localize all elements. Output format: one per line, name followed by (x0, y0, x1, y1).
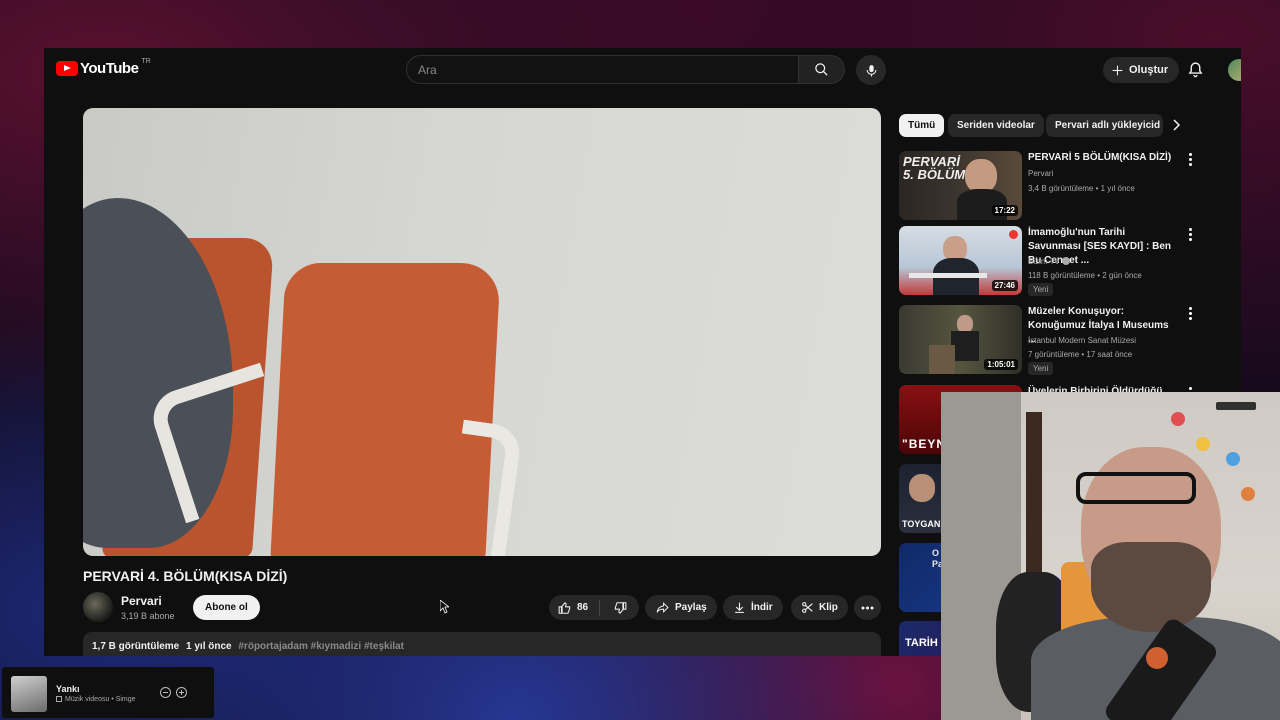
clip-label: Klip (819, 602, 838, 613)
mini-player-controls (160, 687, 187, 698)
microphone-icon (866, 64, 876, 76)
chevron-right-icon (1173, 119, 1181, 131)
download-button[interactable]: İndir (723, 595, 783, 620)
thumbnail-text: "BEYN (902, 437, 947, 451)
logo-text: YouTube (80, 60, 139, 77)
more-horizontal-icon (861, 606, 874, 609)
create-label: Oluştur (1129, 64, 1169, 76)
recommendation-meta: 118 B görüntüleme • 2 gün önce (1028, 271, 1142, 280)
share-label: Paylaş (675, 602, 707, 613)
video-thumbnail[interactable]: 1:05:01 (899, 305, 1022, 374)
recommendation-item[interactable]: 27:46 İmamoğlu'nun Tarihi Savunması [SES… (899, 226, 1239, 296)
video-player[interactable] (83, 108, 881, 556)
plus-circle-icon[interactable] (176, 687, 187, 698)
like-count[interactable]: 86 (577, 602, 588, 613)
video-title: PERVARİ 4. BÖLÜM(KISA DİZİ) (83, 568, 288, 584)
mini-player-title[interactable]: Yankı (56, 684, 80, 694)
video-thumbnail[interactable]: PERVARİ 5. BÖLÜM 17:22 (899, 151, 1022, 220)
subscribe-button[interactable]: Abone ol (193, 595, 260, 620)
recommendation-channel[interactable]: İstanbul Modern Sanat Müzesi (1028, 336, 1136, 345)
share-button[interactable]: Paylaş (645, 595, 717, 620)
recommendation-channel[interactable]: Bizim TV (1028, 257, 1070, 266)
mini-player-subtitle-text: Müzik videosu • Simge (65, 696, 136, 703)
recommendation-meta: 7 görüntüleme • 17 saat önce (1028, 350, 1133, 359)
divider (599, 599, 601, 616)
kebab-menu-icon[interactable] (1185, 307, 1195, 321)
upload-age: 1 yıl önce (186, 641, 232, 652)
create-button[interactable]: Oluştur (1103, 57, 1180, 83)
youtube-play-icon (56, 61, 78, 76)
search-button[interactable] (798, 55, 845, 84)
duration-badge: 27:46 (991, 280, 1018, 291)
masthead: YouTube TR Oluştur (44, 48, 1241, 92)
bell-icon (1188, 62, 1203, 78)
view-count: 1,7 B görüntüleme (92, 641, 180, 652)
recommendation-item[interactable]: PERVARİ 5. BÖLÜM 17:22 PERVARİ 5 BÖLÜM(K… (899, 151, 1239, 221)
like-dislike-group: 86 (549, 595, 639, 620)
mouse-cursor-icon (440, 600, 449, 614)
subscriber-count: 3,19 B abone (121, 611, 175, 621)
thumbs-down-icon[interactable] (613, 601, 627, 615)
thumbnail-text: TARİH (905, 637, 938, 649)
youtube-logo[interactable]: YouTube TR (56, 58, 151, 77)
search-box[interactable] (406, 55, 799, 84)
chip-series-videos[interactable]: Seriden videolar (948, 114, 1044, 137)
minus-circle-icon[interactable] (160, 687, 171, 698)
recommendation-item[interactable]: 1:05:01 Müzeler Konuşuyor: Konuğumuz İta… (899, 305, 1239, 375)
channel-avatar[interactable] (83, 592, 113, 622)
webcam-overlay (941, 392, 1280, 720)
mini-player-subtitle: Müzik videosu • Simge (56, 696, 136, 703)
chip-scroll-right[interactable] (1171, 118, 1181, 136)
thumbs-up-icon[interactable] (558, 601, 572, 615)
clip-button[interactable]: Klip (791, 595, 848, 620)
duration-badge: 17:22 (991, 205, 1018, 216)
recommendation-meta: 3,4 B görüntüleme • 1 yıl önce (1028, 184, 1135, 193)
recommendation-channel[interactable]: Pervari (1028, 169, 1053, 178)
video-thumbnail[interactable]: 27:46 (899, 226, 1022, 295)
mini-player-thumbnail[interactable] (11, 676, 47, 712)
chip-uploader[interactable]: Pervari adlı yükleyicid (1046, 114, 1163, 137)
account-avatar[interactable] (1228, 59, 1241, 81)
hashtags[interactable]: #röportajadam #kıymadizi #teşkilat (238, 641, 404, 652)
voice-search-button[interactable] (856, 55, 886, 85)
search-icon (815, 63, 828, 76)
search-input[interactable] (418, 62, 798, 77)
verified-icon (1061, 257, 1070, 265)
download-label: İndir (751, 602, 773, 613)
recommendation-title[interactable]: PERVARİ 5 BÖLÜM(KISA DİZİ) (1028, 151, 1178, 165)
kebab-menu-icon[interactable] (1185, 153, 1195, 167)
music-video-icon (56, 696, 62, 702)
plus-icon (1112, 65, 1123, 75)
thumbnail-text: PERVARİ 5. BÖLÜM (903, 154, 966, 182)
more-actions-button[interactable] (854, 595, 881, 620)
mini-player[interactable]: Yankı Müzik videosu • Simge (2, 667, 214, 718)
share-icon (656, 601, 669, 614)
scissors-icon (802, 602, 813, 613)
duration-badge: 1:05:01 (984, 359, 1018, 370)
kebab-menu-icon[interactable] (1185, 228, 1195, 242)
new-badge: Yeni (1028, 362, 1054, 375)
download-icon (735, 602, 744, 613)
country-code: TR (141, 58, 151, 65)
new-badge: Yeni (1028, 283, 1054, 296)
channel-name[interactable]: Pervari (121, 594, 162, 608)
notifications-button[interactable] (1187, 61, 1204, 83)
chip-all[interactable]: Tümü (899, 114, 945, 137)
channel-label: Bizim TV (1028, 257, 1060, 266)
description-box[interactable]: 1,7 B görüntüleme 1 yıl önce #röportajad… (83, 632, 881, 656)
